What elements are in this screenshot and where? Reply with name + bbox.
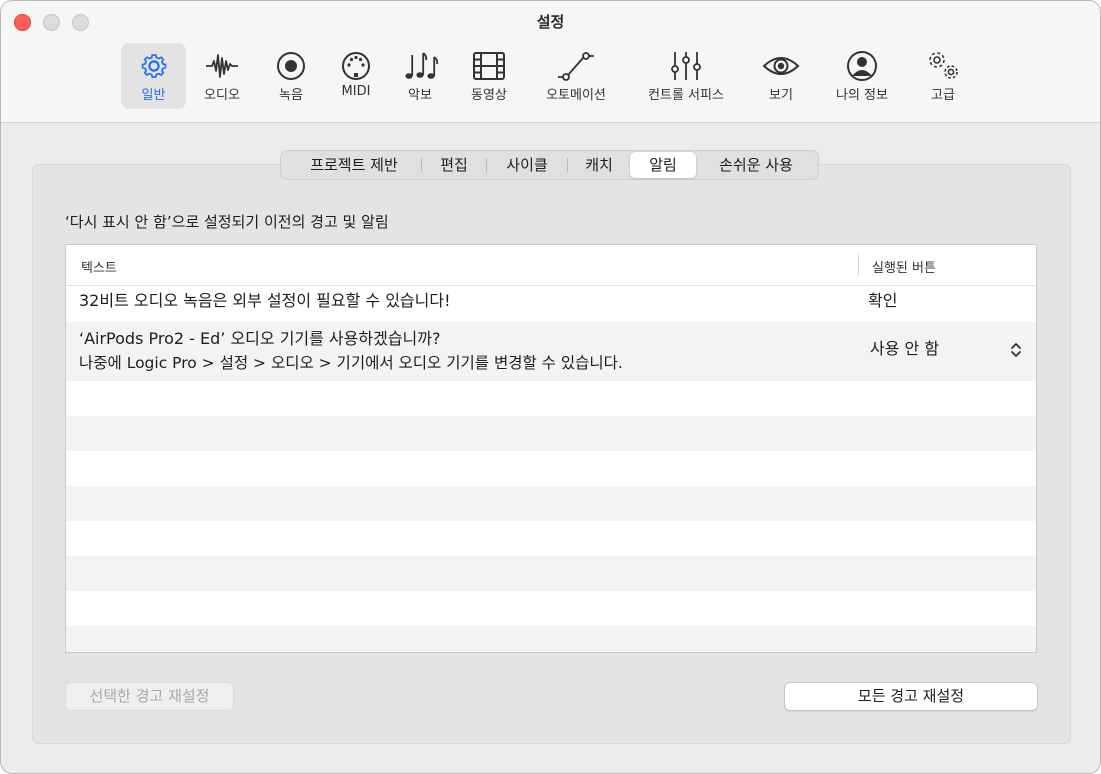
toolbar-label-midi: MIDI bbox=[341, 84, 371, 99]
table-row[interactable]: 32비트 오디오 녹음은 외부 설정이 필요할 수 있습니다! 확인 bbox=[66, 286, 1036, 322]
toolbar-item-automation[interactable]: 오토메이션 bbox=[533, 43, 619, 109]
midi-port-icon bbox=[337, 49, 375, 83]
toolbar-label-advanced: 고급 bbox=[931, 88, 955, 103]
toolbar-label-score: 악보 bbox=[408, 88, 432, 103]
toolbar-item-advanced[interactable]: 고급 bbox=[911, 43, 975, 109]
reset-selected-alerts-button[interactable]: 선택한 경고 재설정 bbox=[65, 682, 234, 711]
toolbar-label-control-surfaces: 컨트롤 서피스 bbox=[648, 88, 724, 103]
toolbar-item-recording[interactable]: 녹음 bbox=[259, 43, 323, 109]
tab-editing[interactable]: 편집 bbox=[422, 152, 486, 178]
faders-icon bbox=[667, 49, 705, 83]
gear-icon bbox=[135, 49, 173, 83]
empty-row bbox=[66, 416, 1036, 451]
tab-accessibility[interactable]: 손쉬운 사용 bbox=[698, 152, 814, 178]
empty-row bbox=[66, 486, 1036, 521]
reset-all-alerts-button[interactable]: 모든 경고 재설정 bbox=[784, 682, 1038, 711]
toolbar-item-control-surfaces[interactable]: 컨트롤 서피스 bbox=[636, 43, 736, 109]
column-separator[interactable] bbox=[858, 254, 859, 276]
person-circle-icon bbox=[843, 49, 881, 83]
settings-toolbar: 일반 오디오 녹음 MIDI 악보 동영상 오토메이션 컨트롤 서피스 보기 나… bbox=[1, 43, 1100, 109]
toolbar-item-movie[interactable]: 동영상 bbox=[456, 43, 522, 109]
toolbar-item-view[interactable]: 보기 bbox=[749, 43, 813, 109]
alert-button-value[interactable]: 사용 안 함 bbox=[870, 337, 939, 361]
settings-window: 설정 일반 오디오 녹음 MIDI 악보 동영상 오토메이션 컨트롤 서피스 보… bbox=[0, 0, 1101, 774]
toolbar-label-my-info: 나의 정보 bbox=[836, 88, 888, 103]
alerts-table: 텍스트 실행된 버튼 32비트 오디오 녹음은 외부 설정이 필요할 수 있습니… bbox=[65, 244, 1037, 653]
eye-icon bbox=[762, 49, 800, 83]
tab-cycle[interactable]: 사이클 bbox=[487, 152, 567, 178]
window-title: 설정 bbox=[536, 13, 565, 31]
record-icon bbox=[272, 49, 310, 83]
column-header-button[interactable]: 실행된 버튼 bbox=[872, 257, 936, 276]
empty-row bbox=[66, 626, 1036, 652]
tab-alerts[interactable]: 알림 bbox=[630, 152, 696, 178]
empty-row bbox=[66, 451, 1036, 486]
toolbar-label-audio: 오디오 bbox=[204, 88, 240, 103]
toolbar-label-general: 일반 bbox=[141, 88, 166, 103]
column-header-text[interactable]: 텍스트 bbox=[81, 257, 117, 276]
toolbar-label-recording: 녹음 bbox=[279, 88, 303, 103]
empty-row bbox=[66, 591, 1036, 626]
toolbar-item-my-info[interactable]: 나의 정보 bbox=[826, 43, 898, 109]
toolbar-item-midi[interactable]: MIDI bbox=[326, 43, 386, 109]
table-header: 텍스트 실행된 버튼 bbox=[66, 245, 1036, 286]
automation-curve-icon bbox=[557, 49, 595, 83]
alert-text-detail: 나중에 Logic Pro > 설정 > 오디오 > 기기에서 오디오 기기를 … bbox=[79, 354, 623, 372]
toolbar-label-automation: 오토메이션 bbox=[546, 88, 606, 103]
tab-catch[interactable]: 캐치 bbox=[568, 152, 630, 178]
section-title: ‘다시 표시 안 함’으로 설정되기 이전의 경고 및 알림 bbox=[65, 213, 389, 231]
empty-row bbox=[66, 521, 1036, 556]
film-icon bbox=[470, 49, 508, 83]
toolbar-item-general[interactable]: 일반 bbox=[121, 43, 186, 109]
chevron-up-down-icon[interactable] bbox=[1010, 341, 1022, 359]
waveform-icon bbox=[203, 49, 241, 83]
alert-text: ‘AirPods Pro2 - Ed’ 오디오 기기를 사용하겠습니까? bbox=[79, 329, 441, 348]
alert-button-value: 확인 bbox=[868, 291, 898, 310]
tab-bar: 프로젝트 제반 편집 사이클 캐치 알림 손쉬운 사용 bbox=[280, 150, 819, 180]
gears-icon bbox=[924, 49, 962, 83]
titlebar: 설정 일반 오디오 녹음 MIDI 악보 동영상 오토메이션 컨트롤 서피스 보… bbox=[1, 1, 1100, 123]
toolbar-label-view: 보기 bbox=[769, 88, 793, 103]
tab-project-handling[interactable]: 프로젝트 제반 bbox=[287, 152, 421, 178]
empty-row bbox=[66, 556, 1036, 591]
toolbar-label-movie: 동영상 bbox=[471, 88, 507, 103]
alert-text: 32비트 오디오 녹음은 외부 설정이 필요할 수 있습니다! bbox=[79, 291, 451, 310]
toolbar-item-audio[interactable]: 오디오 bbox=[191, 43, 253, 109]
empty-row bbox=[66, 381, 1036, 416]
table-row[interactable]: ‘AirPods Pro2 - Ed’ 오디오 기기를 사용하겠습니까? 나중에… bbox=[66, 322, 1036, 381]
toolbar-item-score[interactable]: 악보 bbox=[389, 43, 451, 109]
music-notes-icon bbox=[401, 49, 439, 83]
